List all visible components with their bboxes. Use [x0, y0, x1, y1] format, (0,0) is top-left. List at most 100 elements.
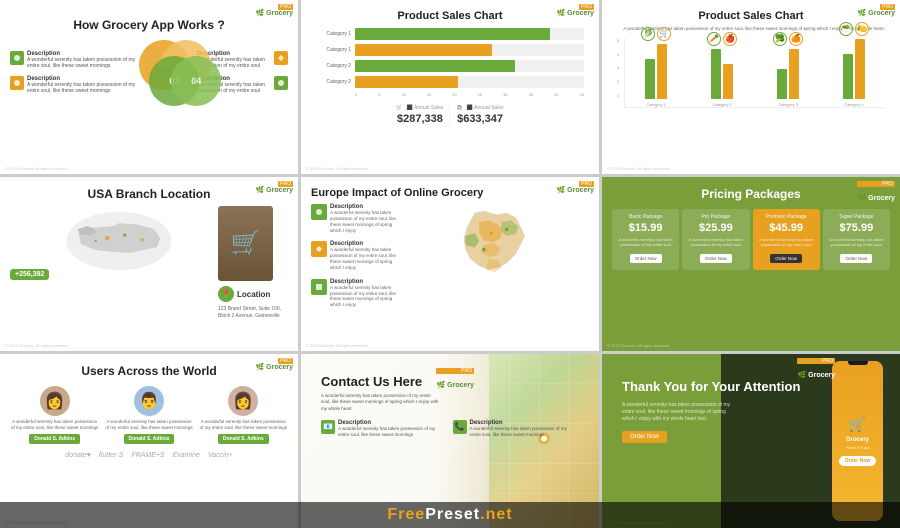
vbar-orange-2: [723, 64, 733, 99]
user-desc-1: A wonderful serenity has taken possessio…: [10, 419, 99, 431]
phone-btn[interactable]: Order Now: [839, 456, 877, 466]
bar-track-4: [355, 76, 584, 88]
phone-notch: [848, 361, 868, 365]
pkg-premium-btn[interactable]: Order Now: [770, 254, 802, 263]
pkg-premium-price: $45.99: [757, 222, 816, 234]
brand-3: FRAME+S: [131, 452, 164, 459]
europe-map-svg: [406, 204, 589, 304]
slide-pricing: PRO 🌿 Grocery Pricing Packages Basic Pac…: [602, 177, 900, 351]
stat-label-text-1: ⬛ Annual Sales: [407, 105, 444, 111]
contact-text-2: A wonderful serenity has taken possessio…: [470, 426, 580, 439]
logo-badge-6: PRO: [857, 181, 895, 187]
pkg-pro-btn[interactable]: Order Now: [700, 254, 732, 263]
icon-circle-orange-4: 🍋: [855, 22, 869, 36]
contact-item-1: 📧 Description A wonderful serenity has t…: [321, 420, 448, 439]
logo-text-8: 🌿 Grocery: [436, 382, 474, 389]
vbar-label-2: Category 2: [712, 102, 732, 107]
contact-text-block-2: Description A wonderful serenity has tak…: [470, 420, 580, 439]
brand-2: flutter·S: [99, 452, 124, 459]
logo-text-5: 🌿 Grocery: [556, 187, 594, 194]
vbar-orange-1: [657, 44, 667, 99]
usa-count-badge: +256,392: [10, 269, 49, 280]
grocery-logo-8: PRO 🌿 Grocery: [436, 368, 474, 392]
pkg-pro-desc: A wonderful serenity has taken possessio…: [686, 237, 745, 247]
user-desc-3: A wonderful serenity has taken possessio…: [199, 419, 288, 431]
slide-europe-impact: PRO 🌿 Grocery Europe Impact of Online Gr…: [301, 177, 599, 351]
europe-icon-3: [311, 279, 327, 295]
user-name-1: Donald S. Adkins: [29, 434, 80, 444]
europe-icon-2: [311, 241, 327, 257]
y-4: 4: [617, 52, 619, 57]
logo-text-2: 🌿 Grocery: [556, 10, 594, 17]
usa-map-area: +256,392: [10, 206, 213, 283]
axis-40: 40: [554, 92, 558, 97]
contact-text-block-1: Description A wonderful serenity has tak…: [338, 420, 448, 439]
icon-circle-orange-1: 🛒: [657, 27, 671, 41]
europe-desc-items: Description A wonderful serenity has tak…: [311, 204, 401, 316]
vbar-green-3: [777, 69, 787, 99]
user-avatar-2: 👨: [134, 386, 164, 416]
desc-text-2: A wonderful serenity has taken possessio…: [27, 82, 135, 95]
slide3-title: Product Sales Chart: [612, 10, 890, 22]
user-avatar-3: 👩: [228, 386, 258, 416]
stat-icon-bag: 🛍: [456, 105, 462, 111]
slide5-title: Europe Impact of Online Grocery: [311, 187, 589, 199]
pkg-basic-price: $15.99: [616, 222, 675, 234]
grocery-logo-9: PRO 🌿 Grocery: [797, 358, 835, 382]
europe-desc-content-1: Description A wonderful serenity has tak…: [330, 204, 401, 233]
order-now-button[interactable]: Order Now: [622, 431, 667, 443]
vchart-container: 5 4 3 2 1 🥬 🛒 Category 1: [612, 38, 890, 108]
user-photo-2: 👨: [134, 386, 164, 416]
location-pin-icon: 📍: [218, 286, 234, 302]
vbar-group-1: 🥬 🛒 Category 1: [625, 27, 687, 107]
europe-desc-body-3: A wonderful serenity has taken possessio…: [330, 285, 401, 308]
slide4-title: USA Branch Location: [10, 187, 288, 201]
slide1-footer: © 2023 Grocery. All rights reserved.: [5, 166, 68, 171]
user-card-2: 👨 A wonderful serenity has taken possess…: [104, 386, 193, 444]
vbars-area: 🥬 🛒 Category 1 🥕 🍎: [624, 38, 885, 108]
logo-text-9: 🌿 Grocery: [797, 372, 835, 379]
contact-items: 📧 Description A wonderful serenity has t…: [321, 420, 579, 439]
europe-desc-1: Description A wonderful serenity has tak…: [311, 204, 401, 233]
vbar-green-4: [843, 54, 853, 99]
bar-track-2: [355, 44, 584, 56]
vbar-orange-3: [789, 49, 799, 99]
location-info-box: 📍 Location 123 Brand Street, Suite 100, …: [218, 286, 288, 320]
slide8-desc: A wonderful serenity has taken possessio…: [321, 393, 441, 412]
user-desc-2: A wonderful serenity has taken possessio…: [104, 419, 193, 431]
europe-icon-1: [311, 204, 327, 220]
pkg-super-btn[interactable]: Order Now: [840, 254, 872, 263]
phone-tagline: Fresh & Fast: [839, 445, 877, 450]
logo-text-4: 🌿 Grocery: [255, 187, 293, 194]
bar-label-cat1-orange: Category 1: [316, 47, 351, 53]
y-2: 2: [617, 79, 619, 84]
right-icon-2: [274, 76, 288, 90]
diagram: Description A wonderful serenity has tak…: [10, 40, 288, 105]
slide-sales-chart-bar: PRO 🌿 Grocery Product Sales Chart Catego…: [301, 0, 599, 174]
user-name-2: Donald S. Adkins: [124, 434, 175, 444]
pkg-basic-btn[interactable]: Order Now: [630, 254, 662, 263]
grocery-logo-4: PRO 🌿 Grocery: [255, 181, 293, 194]
stat-icons-1: 🛒 ⬛ Annual Sales: [396, 105, 443, 111]
icon-circle-orange-3: 🍊: [789, 32, 803, 46]
stat-box-2: 🛍 ⬛ Annual Sales $633,347: [456, 105, 503, 125]
bar-pair-1: [645, 44, 667, 99]
desc-box-2: Description A wonderful serenity has tak…: [10, 76, 135, 95]
bar-label-2: Category 2: [316, 63, 351, 69]
venn-circle-4: 04: [171, 56, 221, 106]
grocery-logo-3: PRO 🌿 Grocery: [857, 4, 895, 17]
grocery-logo-2: PRO 🌿 Grocery: [556, 4, 594, 17]
logo-text-3: 🌿 Grocery: [857, 10, 895, 17]
pkg-basic: Basic Package $15.99 A wonderful serenit…: [612, 209, 679, 270]
brands-row: donate♥ flutter·S FRAME+S Examine Vaccin…: [10, 452, 288, 459]
slide2-footer: © 2023 Grocery. All rights reserved.: [306, 166, 369, 171]
axis-5: 5: [378, 92, 380, 97]
bar-row-3: Category 2: [316, 60, 584, 72]
bar-fill-green-1: [355, 28, 550, 40]
europe-desc-2: Description A wonderful serenity has tak…: [311, 241, 401, 270]
stats-row: 🛒 ⬛ Annual Sales $287,338 🛍 ⬛ Annual Sal…: [311, 105, 589, 125]
bar-pair-4: [843, 39, 865, 99]
bar-pair-3: [777, 49, 799, 99]
pkg-premium: Premium Package $45.99 A wonderful seren…: [753, 209, 820, 270]
slide5-content: Description A wonderful serenity has tak…: [311, 204, 589, 316]
